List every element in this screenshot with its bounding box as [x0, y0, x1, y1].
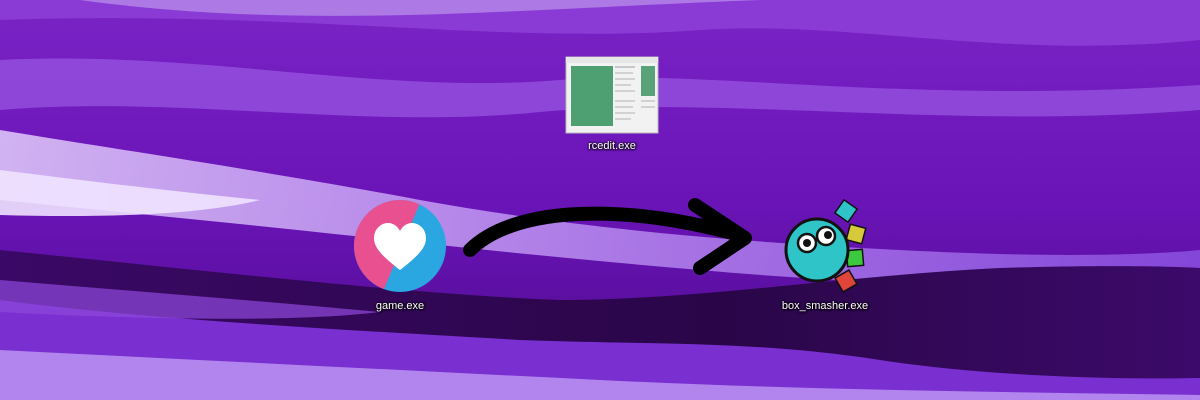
- desktop-icon-label: game.exe: [375, 300, 425, 312]
- heart-icon: [354, 200, 446, 292]
- desktop-icon-label: box_smasher.exe: [781, 300, 869, 312]
- desktop-icon-rcedit[interactable]: rcedit.exe: [560, 56, 664, 153]
- rcedit-window-icon: [565, 56, 659, 134]
- desktop-icon-game[interactable]: game.exe: [345, 198, 455, 313]
- box-smasher-icon: [784, 198, 867, 293]
- curved-arrow-icon: [463, 198, 752, 275]
- desktop-icon-box-smasher[interactable]: box_smasher.exe: [765, 198, 885, 313]
- desktop-icon-label: rcedit.exe: [588, 140, 636, 152]
